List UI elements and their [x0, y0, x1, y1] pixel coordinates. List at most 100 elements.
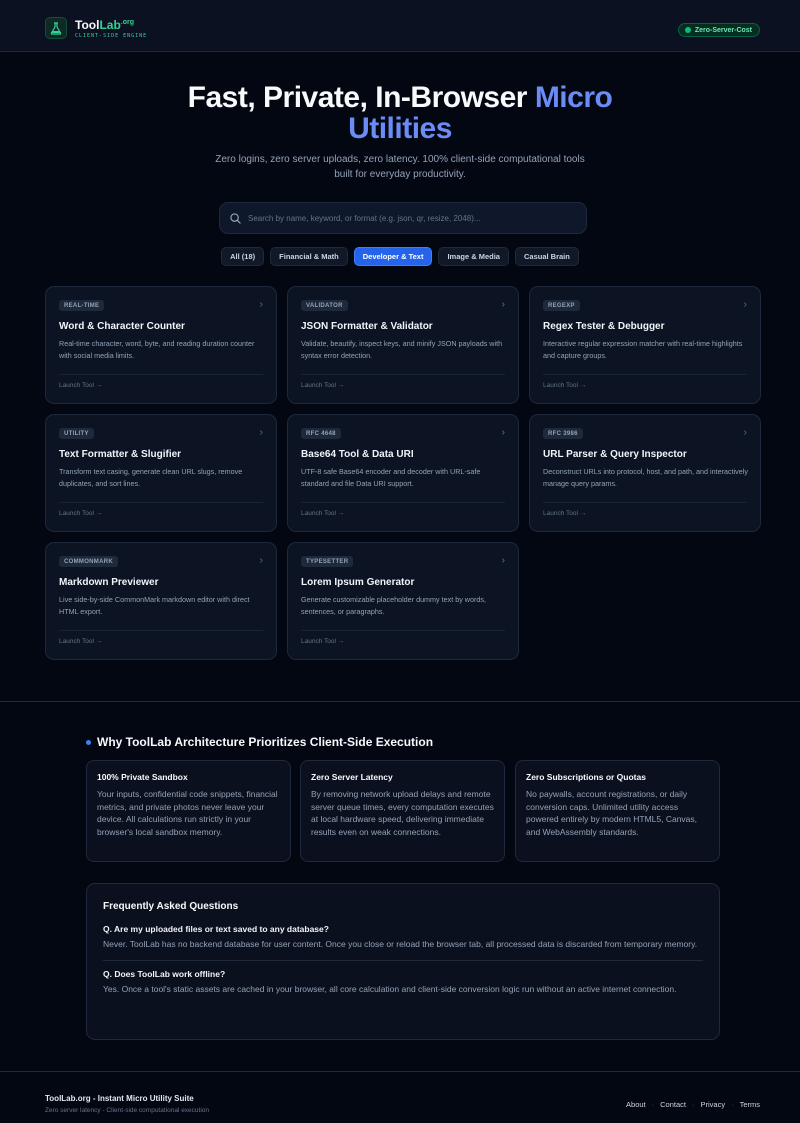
tool-description: Generate customizable placeholder dummy …: [301, 595, 486, 616]
tool-tag: TYPESETTER: [301, 556, 354, 567]
logo-lab: Lab: [99, 18, 121, 32]
tool-card[interactable]: REGEXP › Regex Tester & Debugger Interactiv…: [529, 286, 761, 404]
card-divider: [301, 374, 505, 375]
footer-link-privacy[interactable]: Privacy: [700, 1100, 725, 1109]
flask-logo-icon[interactable]: [45, 17, 67, 39]
launch-tool-link[interactable]: Launch Tool →: [301, 510, 344, 517]
launch-tool-link[interactable]: Launch Tool →: [543, 382, 586, 389]
tool-card[interactable]: COMMONMARK › Markdown Previewer Live side-b…: [45, 542, 277, 660]
filter-chip[interactable]: Casual Brain: [514, 247, 579, 266]
why-card-title: 100% Private Sandbox: [97, 772, 188, 782]
footer-link-terms[interactable]: Terms: [740, 1100, 760, 1109]
footer-separator: ·: [731, 1100, 734, 1109]
tool-description: Real-time character, word, byte, and rea…: [59, 339, 255, 360]
why-card-title: Zero Subscriptions or Quotas: [526, 772, 646, 782]
faq-question: Q. Are my uploaded files or text saved t…: [103, 924, 329, 934]
section-divider: [0, 701, 800, 702]
tool-title: URL Parser & Query Inspector: [543, 449, 687, 460]
chevron-right-icon: ›: [259, 299, 263, 310]
tool-tag: VALIDATOR: [301, 300, 348, 311]
why-card-private: 100% Private Sandbox Your inputs, confid…: [86, 760, 291, 862]
why-card-text: Your inputs, confidential code snippets,…: [97, 789, 278, 837]
tool-description: Validate, beautify, inspect keys, and mi…: [301, 339, 503, 360]
faq-answer: Never. ToolLab has no backend database f…: [103, 939, 698, 949]
tool-description: Deconstruct URLs into protocol, host, an…: [543, 467, 748, 488]
footer-link-about[interactable]: About: [626, 1100, 646, 1109]
tool-tag: RFC 3986: [543, 428, 583, 439]
tool-tag: REGEXP: [543, 300, 580, 311]
faq-divider: [103, 960, 703, 961]
tool-title: Markdown Previewer: [59, 577, 159, 588]
launch-tool-link[interactable]: Launch Tool →: [543, 510, 586, 517]
hero-title: Fast, Private, In-Browser Micro Utilitie…: [0, 82, 800, 144]
logo-org: .org: [120, 19, 135, 26]
tool-title: Lorem Ipsum Generator: [301, 577, 415, 588]
site-footer: ToolLab.org - Instant Micro Utility Suit…: [0, 1071, 800, 1123]
launch-tool-link[interactable]: Launch Tool →: [59, 638, 102, 645]
tool-title: Base64 Tool & Data URI: [301, 449, 414, 460]
tool-card[interactable]: RFC 3986 › URL Parser & Query Inspector Dec…: [529, 414, 761, 532]
tool-card[interactable]: VALIDATOR › JSON Formatter & Validator Vali…: [287, 286, 519, 404]
footer-link-contact[interactable]: Contact: [660, 1100, 686, 1109]
chevron-right-icon: ›: [501, 555, 505, 566]
search-bar[interactable]: [219, 202, 587, 234]
search-input[interactable]: [248, 213, 568, 223]
footer-separator: ·: [651, 1100, 655, 1109]
why-card-text: By removing network upload delays and re…: [311, 789, 494, 837]
logo-wordmark[interactable]: ToolLab.org: [75, 18, 134, 32]
filter-chip[interactable]: Image & Media: [438, 247, 509, 266]
why-card-subscriptions: Zero Subscriptions or Quotas No paywalls…: [515, 760, 720, 862]
card-divider: [543, 502, 747, 503]
tool-card[interactable]: TYPESETTER › Lorem Ipsum Generator Generate…: [287, 542, 519, 660]
launch-tool-link[interactable]: Launch Tool →: [301, 638, 344, 645]
faq-question: Q. Does ToolLab work offline?: [103, 969, 226, 979]
tool-description: Interactive regular expression matcher w…: [543, 339, 743, 360]
faq-item[interactable]: Q. Does ToolLab work offline? Yes. Once …: [103, 969, 703, 996]
filter-chip[interactable]: Financial & Math: [270, 247, 348, 266]
tool-title: Regex Tester & Debugger: [543, 321, 665, 332]
tool-tag: RFC 4648: [301, 428, 341, 439]
why-title-text: Why ToolLab Architecture Prioritizes Cli…: [97, 735, 434, 749]
faq-section: Frequently Asked Questions Q. Are my upl…: [86, 883, 720, 1040]
why-card-latency: Zero Server Latency By removing network …: [300, 760, 505, 862]
footer-separator: ·: [691, 1100, 695, 1109]
hero-title-accent-2: Utilities: [348, 112, 452, 145]
launch-tool-link[interactable]: Launch Tool →: [59, 510, 102, 517]
site-header: ToolLab.org CLIENT-SIDE ENGINE Zero-Serv…: [0, 0, 800, 52]
tool-title: JSON Formatter & Validator: [301, 321, 433, 332]
logo-prefix: Tool: [75, 18, 100, 32]
tool-description: Live side-by-side CommonMark markdown ed…: [59, 595, 250, 616]
filter-chip[interactable]: All (18): [221, 247, 265, 266]
launch-tool-link[interactable]: Launch Tool →: [301, 382, 344, 389]
tool-description: UTF-8 safe Base64 encoder and decoder wi…: [301, 467, 481, 488]
card-divider: [301, 502, 505, 503]
search-icon: [230, 212, 241, 224]
card-divider: [59, 630, 263, 631]
tool-description: Transform text casing, generate clean UR…: [59, 467, 243, 488]
badge-label: Zero-Server-Cost: [694, 26, 752, 34]
chevron-right-icon: ›: [501, 427, 505, 438]
why-card-text: No paywalls, account registrations, or d…: [526, 789, 698, 837]
tool-tag: REAL-TIME: [59, 300, 105, 311]
tool-card[interactable]: RFC 4648 › Base64 Tool & Data URI UTF-8 saf…: [287, 414, 519, 532]
faq-item[interactable]: Q. Are my uploaded files or text saved t…: [103, 924, 703, 951]
category-filters: All (18) Financial & Math Developer & Text…: [0, 247, 800, 266]
footer-links: About · Contact · Privacy · Terms: [626, 1100, 760, 1109]
hero-title-accent-1: Micro: [534, 81, 613, 114]
zero-server-cost-badge: Zero-Server-Cost: [677, 23, 760, 37]
chevron-right-icon: ›: [743, 299, 747, 310]
hero-subtitle: Zero logins, zero server uploads, zero l…: [215, 154, 585, 180]
launch-tool-link[interactable]: Launch Tool →: [59, 382, 102, 389]
chevron-right-icon: ›: [259, 427, 263, 438]
logo-tagline: CLIENT-SIDE ENGINE: [75, 33, 148, 39]
tool-tag: UTILITY: [59, 428, 94, 439]
status-dot-icon: [684, 27, 691, 33]
why-section-title: Why ToolLab Architecture Prioritizes Cli…: [86, 735, 433, 749]
filter-chip[interactable]: Developer & Text: [353, 247, 433, 266]
chevron-right-icon: ›: [743, 427, 747, 438]
card-divider: [543, 374, 747, 375]
footer-title: ToolLab.org - Instant Micro Utility Suit…: [45, 1094, 194, 1103]
tool-card[interactable]: REAL-TIME › Word & Character Counter Real-t…: [45, 286, 277, 404]
tool-title: Word & Character Counter: [59, 321, 185, 332]
tool-card[interactable]: UTILITY › Text Formatter & Slugifier Transf…: [45, 414, 277, 532]
